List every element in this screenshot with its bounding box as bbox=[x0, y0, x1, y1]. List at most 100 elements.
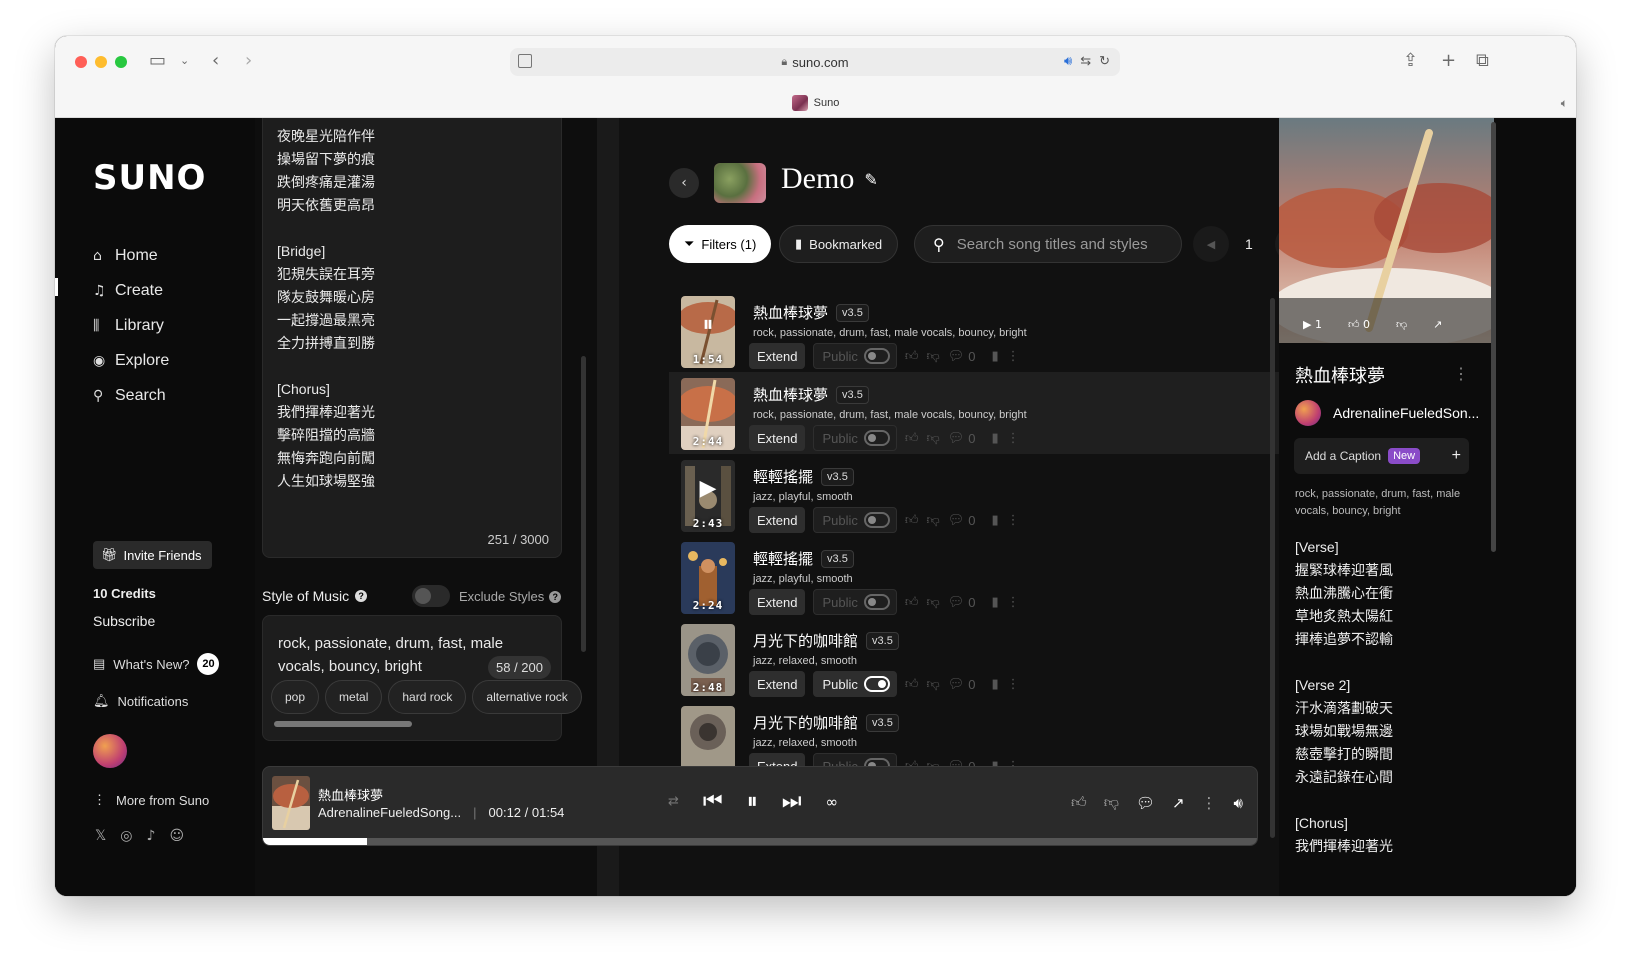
previous-track-icon[interactable]: ⏮ bbox=[703, 789, 723, 814]
song-title[interactable]: 輕輕搖擺 v3.5 bbox=[753, 466, 854, 487]
bookmark-icon[interactable]: ▮ bbox=[991, 677, 998, 692]
thumbs-up-icon[interactable]: 👍︎ bbox=[905, 513, 919, 528]
exclude-styles-toggle[interactable] bbox=[412, 585, 450, 607]
comment-icon[interactable]: 💬︎ bbox=[948, 595, 965, 610]
thumbs-down-icon[interactable]: 👎︎ bbox=[1104, 793, 1119, 812]
prev-page-button[interactable]: ◀ bbox=[1193, 226, 1229, 262]
detail-tags[interactable]: rock, passionate, drum, fast, male vocal… bbox=[1295, 486, 1475, 520]
more-vertical-icon[interactable]: ⋮ bbox=[1007, 431, 1020, 446]
song-tags[interactable]: jazz, relaxed, smooth bbox=[753, 737, 857, 749]
song-cover[interactable]: 2:48 bbox=[681, 624, 735, 696]
instagram-icon[interactable]: ◎ bbox=[120, 828, 132, 844]
song-cover[interactable] bbox=[681, 706, 735, 770]
player-progress-bar[interactable] bbox=[263, 838, 1257, 845]
thumbs-down-icon[interactable]: 👎︎ bbox=[927, 677, 940, 692]
public-toggle[interactable]: Public bbox=[813, 589, 897, 615]
forward-icon[interactable]: › bbox=[245, 50, 252, 72]
tab-overview-icon[interactable]: ⧉ bbox=[1476, 50, 1489, 72]
extend-button[interactable]: Extend bbox=[749, 425, 806, 451]
song-title-text[interactable]: 輕輕搖擺 bbox=[753, 548, 813, 569]
public-toggle[interactable]: Public bbox=[813, 425, 897, 451]
comment-icon[interactable]: 💬︎ bbox=[948, 677, 965, 692]
bookmark-icon[interactable]: ▮ bbox=[991, 513, 998, 528]
repeat-icon[interactable]: ⇄ bbox=[668, 794, 679, 809]
thumbs-up-icon[interactable]: 👍︎ bbox=[905, 431, 919, 446]
style-chip[interactable]: hard rock bbox=[388, 680, 467, 714]
suno-logo[interactable]: SUNO bbox=[93, 158, 206, 198]
address-bar[interactable]: 🔒︎ suno.com 🔊︎ ⇆ ↻ bbox=[510, 48, 1120, 76]
extend-button[interactable]: Extend bbox=[749, 671, 806, 697]
play-icon[interactable]: ▶ bbox=[681, 476, 735, 501]
song-title[interactable]: 輕輕搖擺 v3.5 bbox=[753, 548, 854, 569]
comment-icon[interactable]: 💬︎ bbox=[948, 431, 965, 446]
nav-item-library[interactable]: ⫼ Library bbox=[93, 308, 169, 343]
song-tags[interactable]: rock, passionate, drum, fast, male vocal… bbox=[753, 409, 1027, 421]
invite-friends-button[interactable]: 🎁︎ Invite Friends bbox=[93, 541, 212, 569]
help-icon[interactable]: ? bbox=[355, 590, 368, 602]
song-search-input[interactable]: ⚲ Search song titles and styles bbox=[914, 225, 1182, 263]
pause-icon[interactable]: ⏸ bbox=[681, 312, 735, 337]
bookmark-icon[interactable]: ▮ bbox=[991, 431, 998, 446]
detail-artist-name[interactable]: AdrenalineFueledSon... bbox=[1333, 405, 1479, 421]
more-vertical-icon[interactable]: ⋮ bbox=[1007, 513, 1020, 528]
player-title[interactable]: 熱血棒球夢 bbox=[318, 785, 383, 804]
plus-icon[interactable]: + bbox=[1452, 447, 1461, 465]
toggle-switch[interactable] bbox=[863, 594, 890, 610]
song-row[interactable]: ⏸ 1:54 熱血棒球夢 v3.5 rock, passionate, drum, fa… bbox=[669, 290, 1321, 372]
comment-icon[interactable]: 💬︎ bbox=[948, 349, 965, 364]
nav-item-search[interactable]: ⚲ Search bbox=[93, 378, 169, 413]
bookmark-icon[interactable]: ▮ bbox=[991, 595, 998, 610]
song-title[interactable]: 月光下的咖啡館 v3.5 bbox=[753, 630, 899, 651]
detail-scrollbar[interactable] bbox=[1491, 122, 1496, 552]
back-icon[interactable]: ‹ bbox=[212, 50, 219, 72]
edit-pencil-icon[interactable]: ✎ bbox=[864, 170, 877, 189]
song-title[interactable]: 熱血棒球夢 v3.5 bbox=[753, 302, 869, 323]
public-toggle[interactable]: Public bbox=[813, 507, 897, 533]
toggle-switch[interactable] bbox=[863, 512, 890, 528]
thumbs-down-icon[interactable]: 👎︎ bbox=[927, 431, 940, 446]
thumbs-down-icon[interactable]: 👎︎ bbox=[927, 349, 940, 364]
public-toggle[interactable]: Public bbox=[813, 343, 897, 369]
lyrics-text[interactable]: 夜晚星光陪作伴 操場留下夢的痕 跌倒疼痛是灌湯 明天依舊更高昂 [Bridge]… bbox=[277, 125, 375, 493]
song-title-text[interactable]: 熱血棒球夢 bbox=[753, 384, 828, 405]
share-icon[interactable]: ⇪ bbox=[1403, 50, 1418, 72]
user-avatar[interactable] bbox=[93, 734, 127, 768]
help-icon[interactable]: ? bbox=[549, 590, 562, 603]
thumbs-up-icon[interactable]: 👍︎ bbox=[905, 349, 919, 364]
subscribe-link[interactable]: Subscribe bbox=[93, 613, 155, 629]
style-chip[interactable]: alternative rock bbox=[472, 680, 582, 714]
page-menu-icon[interactable] bbox=[518, 54, 532, 68]
x-icon[interactable]: 𝕏 bbox=[95, 828, 106, 844]
detail-artist[interactable]: AdrenalineFueledSon... bbox=[1295, 400, 1479, 426]
translate-icon[interactable]: ⇆ bbox=[1080, 53, 1091, 69]
sidebar-toggle-icon[interactable]: ▭ bbox=[149, 50, 166, 72]
player-cover[interactable] bbox=[272, 776, 310, 830]
song-cover[interactable]: 2:44 bbox=[681, 378, 735, 450]
song-row[interactable]: ▶ 2:43 輕輕搖擺 v3.5 jazz, playful, smooth Extend… bbox=[669, 454, 1321, 536]
thumbs-down-icon[interactable]: 👎︎ bbox=[927, 595, 940, 610]
chevron-down-icon[interactable]: ⌄ bbox=[180, 50, 189, 72]
more-vertical-icon[interactable]: ⋮ bbox=[1453, 364, 1469, 384]
create-scrollbar[interactable] bbox=[581, 356, 586, 652]
volume-icon[interactable]: 🔊︎ bbox=[1234, 794, 1243, 812]
speaker-icon[interactable]: 🔊︎ bbox=[1064, 53, 1072, 69]
play-count[interactable]: ▶ 1 bbox=[1303, 318, 1322, 331]
discord-icon[interactable]: ☺ bbox=[169, 828, 184, 844]
tab-title[interactable]: Suno bbox=[814, 97, 840, 109]
song-title-text[interactable]: 月光下的咖啡館 bbox=[753, 712, 858, 733]
style-input[interactable]: rock, passionate, drum, fast, male vocal… bbox=[262, 615, 582, 741]
nav-item-explore[interactable]: ◉ Explore bbox=[93, 343, 169, 378]
song-tags[interactable]: jazz, relaxed, smooth bbox=[753, 655, 857, 667]
close-window-button[interactable] bbox=[75, 56, 87, 68]
more-vertical-icon[interactable]: ⋮ bbox=[1202, 794, 1217, 812]
filters-button[interactable]: ⏷ Filters (1) bbox=[669, 225, 772, 263]
song-title-text[interactable]: 熱血棒球夢 bbox=[753, 302, 828, 323]
song-row[interactable]: 2:48 月光下的咖啡館 v3.5 jazz, relaxed, smooth Exte… bbox=[669, 618, 1321, 700]
toggle-switch[interactable] bbox=[863, 676, 890, 692]
song-title[interactable]: 熱血棒球夢 v3.5 bbox=[753, 384, 869, 405]
style-chip[interactable]: pop bbox=[271, 680, 320, 714]
song-cover-art[interactable] bbox=[1279, 118, 1494, 343]
tiktok-icon[interactable]: ♪ bbox=[147, 828, 156, 844]
style-chip[interactable]: metal bbox=[325, 680, 383, 714]
extend-button[interactable]: Extend bbox=[749, 589, 806, 615]
